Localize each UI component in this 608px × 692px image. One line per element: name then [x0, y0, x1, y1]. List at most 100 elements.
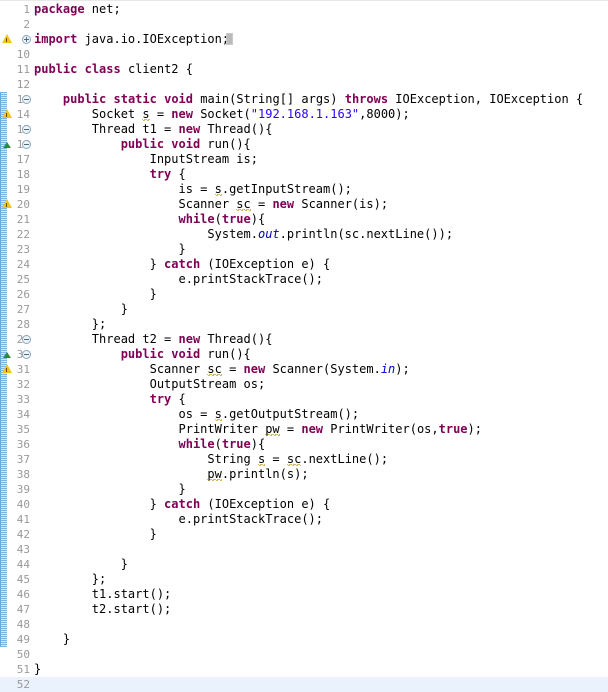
keyword-token: try [149, 167, 172, 181]
editor-line[interactable]: 29 Thread t2 = new Thread(){ [0, 332, 608, 347]
line-code: } [120, 557, 128, 571]
keyword-token: void [171, 347, 201, 361]
editor-line[interactable]: 48 [0, 617, 608, 632]
line-code: public class client2 { [34, 62, 193, 76]
line-number: 2 [23, 18, 30, 31]
editor-line[interactable]: 32 OutputStream os; [0, 377, 608, 392]
warning-marker-icon[interactable]: ! [2, 33, 14, 45]
editor-line[interactable]: 36 while(true){ [0, 437, 608, 452]
keyword-token: public [62, 92, 107, 106]
line-code: String s = sc.nextLine(); [207, 452, 389, 466]
line-code: } catch (IOException e) { [149, 257, 331, 271]
editor-line[interactable]: 15 Thread t1 = new Thread(){ [0, 122, 608, 137]
line-code: } [34, 662, 42, 676]
keyword-token: public [120, 347, 165, 361]
editor-line[interactable]: 38 pw.println(s); [0, 467, 608, 482]
editor-line[interactable]: 24 } catch (IOException e) { [0, 257, 608, 272]
line-code: while(true){ [178, 212, 266, 226]
keyword-token: new [171, 107, 193, 121]
warning-marker-icon[interactable]: ! [2, 198, 14, 210]
line-code: Scanner sc = new Scanner(System.in); [149, 362, 410, 376]
editor-line[interactable]: 51} [0, 662, 608, 677]
editor-line[interactable]: 39 } [0, 482, 608, 497]
override-indicator-icon[interactable] [2, 140, 13, 149]
keyword-token: new [272, 197, 295, 211]
editor-line[interactable]: 3import java.io.IOException; [0, 32, 608, 47]
editor-line[interactable]: 45 }; [0, 572, 608, 587]
editor-line[interactable]: 34 os = s.getOutputStream(); [0, 407, 608, 422]
warning-marker-icon[interactable]: ! [2, 363, 14, 375]
editor-line[interactable]: 40 } catch (IOException e) { [0, 497, 608, 512]
editor-line[interactable]: 35 PrintWriter pw = new PrintWriter(os,t… [0, 422, 608, 437]
line-code: public void run(){ [120, 137, 251, 151]
line-code: } [178, 482, 186, 496]
editor-line[interactable]: 41 e.printStackTrace(); [0, 512, 608, 527]
line-code: InputStream is; [149, 152, 258, 166]
static-field-token: out [257, 227, 280, 241]
editor-line[interactable]: 11 public class client2 { [0, 62, 608, 77]
editor-line[interactable]: 22 System.out.println(sc.nextLine()); [0, 227, 608, 242]
keyword-token: public [34, 62, 78, 76]
spellcheck-underlined-token: sc [207, 362, 222, 376]
editor-line[interactable]: 14 Socket s = new Socket("192.168.1.163"… [0, 107, 608, 122]
line-code: try { [149, 392, 186, 406]
editor-line[interactable]: 13 public static void main(String[] args… [0, 92, 608, 107]
editor-line[interactable]: 52 [0, 677, 608, 692]
override-indicator-icon[interactable] [2, 350, 13, 359]
editor-line[interactable]: 16 public void run(){ [0, 137, 608, 152]
line-code: public static void main(String[] args) t… [62, 92, 584, 106]
editor-line[interactable]: 18 try { [0, 167, 608, 182]
editor-line[interactable]: 20 Scanner sc = new Scanner(is); [0, 197, 608, 212]
line-code: } catch (IOException e) { [149, 497, 331, 511]
fold-collapse-icon[interactable] [22, 350, 31, 359]
line-code: Socket s = new Socket("192.168.1.163",80… [91, 107, 410, 121]
keyword-token: while [178, 212, 215, 226]
line-code: }; [91, 572, 107, 586]
editor-line[interactable]: 23 } [0, 242, 608, 257]
editor-line[interactable]: 21 while(true){ [0, 212, 608, 227]
editor-line[interactable]: 12 [0, 77, 608, 92]
editor-line[interactable]: 26 } [0, 287, 608, 302]
editor-line[interactable]: 31 Scanner sc = new Scanner(System.in); [0, 362, 608, 377]
editor-line[interactable]: 42 } [0, 527, 608, 542]
fold-expand-icon[interactable] [22, 35, 31, 44]
editor-line[interactable]: 33 try { [0, 392, 608, 407]
editor-line[interactable]: 50 [0, 647, 608, 662]
editor-line[interactable]: 49 } [0, 632, 608, 647]
keyword-token: new [178, 122, 201, 136]
static-field-token: in [380, 362, 396, 376]
spellcheck-underlined-token: pw [265, 422, 280, 436]
editor-line[interactable]: 10 [0, 47, 608, 62]
keyword-token: void [164, 92, 193, 106]
editor-line[interactable]: 37 String s = sc.nextLine(); [0, 452, 608, 467]
keyword-token: public [120, 137, 165, 151]
editor-line[interactable]: 28 }; [0, 317, 608, 332]
keyword-token: true [438, 422, 468, 436]
fold-collapse-icon[interactable] [22, 140, 31, 149]
editor-line[interactable]: 47 t2.start(); [0, 602, 608, 617]
keyword-token: catch [164, 497, 201, 511]
line-code: } [178, 242, 186, 256]
editor-line[interactable]: 19 is = s.getInputStream(); [0, 182, 608, 197]
editor-line[interactable]: 1 package net; [0, 2, 608, 17]
line-code: import java.io.IOException; [34, 32, 230, 46]
line-code: package net; [34, 2, 121, 16]
warning-marker-icon[interactable]: ! [2, 108, 14, 120]
spellcheck-underlined-token: s [257, 452, 266, 466]
editor-line[interactable]: 25 e.printStackTrace(); [0, 272, 608, 287]
fold-collapse-icon[interactable] [22, 335, 31, 344]
line-code: e.printStackTrace(); [178, 512, 324, 526]
fold-collapse-icon[interactable] [22, 125, 31, 134]
editor-line[interactable]: 30 public void run(){ [0, 347, 608, 362]
code-editor[interactable]: 1 package net; 23import java.io.IOExceptio… [0, 0, 608, 692]
keyword-token: true [221, 437, 251, 451]
editor-line[interactable]: 27 } [0, 302, 608, 317]
line-code: while(true){ [178, 437, 266, 451]
keyword-token: try [149, 392, 172, 406]
fold-collapse-icon[interactable] [22, 95, 31, 104]
editor-line[interactable]: 43 [0, 542, 608, 557]
editor-line[interactable]: 46 t1.start(); [0, 587, 608, 602]
editor-line[interactable]: 17 InputStream is; [0, 152, 608, 167]
editor-line[interactable]: 2 [0, 17, 608, 32]
editor-line[interactable]: 44 } [0, 557, 608, 572]
